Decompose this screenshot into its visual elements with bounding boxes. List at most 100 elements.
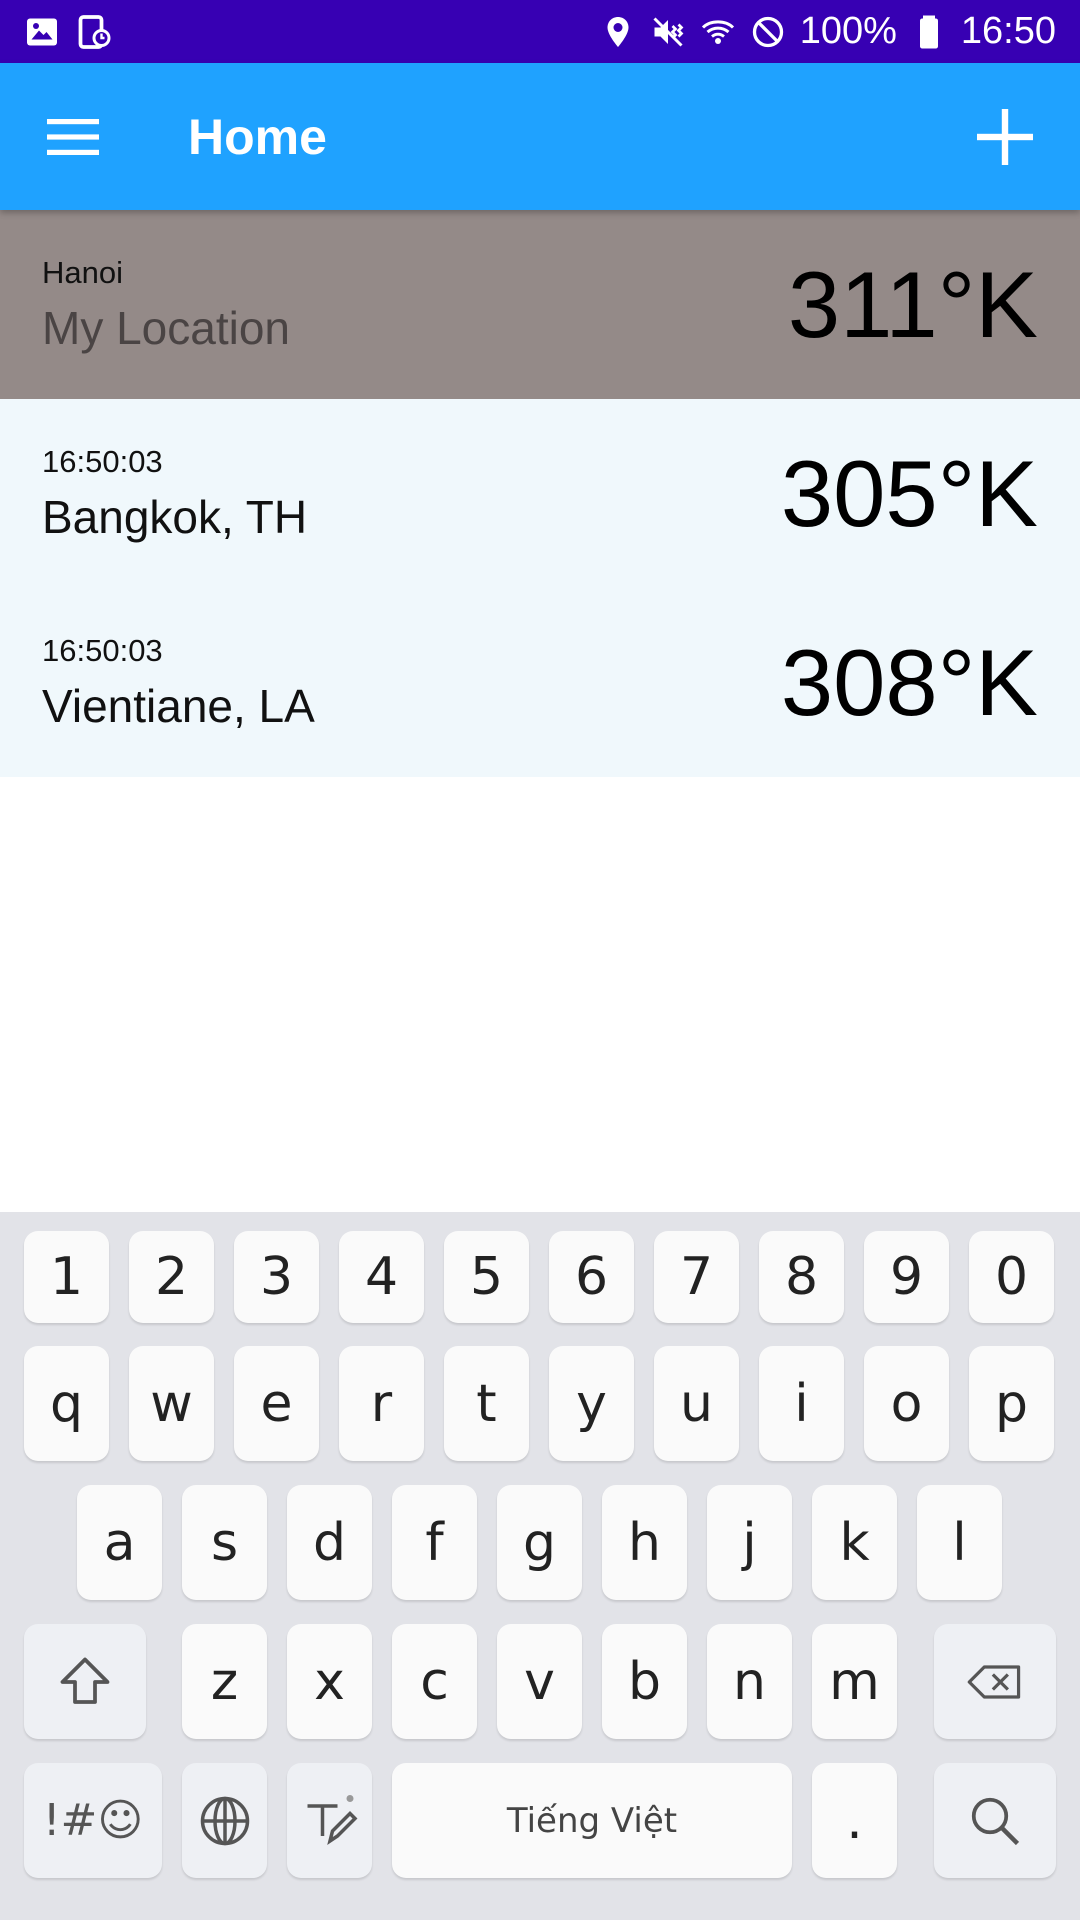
symbols-key[interactable]: !#☺ bbox=[24, 1763, 162, 1878]
location-name: Vientiane, LA bbox=[42, 679, 315, 732]
location-time: 16:50:03 bbox=[42, 632, 163, 668]
key-label: 7 bbox=[679, 1247, 714, 1307]
key-label: l bbox=[952, 1512, 967, 1573]
key-d[interactable]: d bbox=[287, 1485, 372, 1600]
key-2[interactable]: 2 bbox=[129, 1231, 214, 1323]
screenshot-icon bbox=[76, 14, 112, 50]
key-label: p bbox=[994, 1373, 1028, 1434]
status-left-icons bbox=[24, 14, 112, 50]
key-label: h bbox=[628, 1512, 661, 1573]
key-4[interactable]: 4 bbox=[339, 1231, 424, 1323]
shift-key[interactable] bbox=[24, 1624, 146, 1739]
key-3[interactable]: 3 bbox=[234, 1231, 319, 1323]
key-m[interactable]: m bbox=[812, 1624, 897, 1739]
location-city-label: Hanoi bbox=[42, 254, 123, 290]
key-i[interactable]: i bbox=[759, 1346, 844, 1461]
hamburger-menu-icon bbox=[47, 118, 99, 155]
key-a[interactable]: a bbox=[77, 1485, 162, 1600]
shift-arrow-icon bbox=[60, 1657, 110, 1704]
location-row-vientiane[interactable]: 16:50:03 Vientiane, LA 308°K bbox=[0, 588, 1080, 777]
key-c[interactable]: c bbox=[392, 1624, 477, 1739]
backspace-key[interactable] bbox=[934, 1624, 1056, 1739]
key-label: . bbox=[846, 1790, 863, 1851]
location-row-bangkok[interactable]: 16:50:03 Bangkok, TH 305°K bbox=[0, 399, 1080, 588]
key-label: f bbox=[425, 1512, 444, 1573]
key-w[interactable]: w bbox=[129, 1346, 214, 1461]
key-5[interactable]: 5 bbox=[444, 1231, 529, 1323]
location-row-text: 16:50:03 Vientiane, LA bbox=[42, 633, 315, 733]
key-label: 2 bbox=[154, 1247, 189, 1307]
language-key[interactable] bbox=[182, 1763, 267, 1878]
key-label: i bbox=[794, 1373, 809, 1434]
location-name: Bangkok, TH bbox=[42, 490, 308, 543]
battery-percent: 100% bbox=[799, 10, 897, 52]
key-label: 5 bbox=[469, 1247, 504, 1307]
space-bar[interactable]: Tiếng Việt bbox=[392, 1763, 792, 1878]
key-label: 3 bbox=[259, 1247, 294, 1307]
key-t[interactable]: t bbox=[444, 1346, 529, 1461]
key-z[interactable]: z bbox=[182, 1624, 267, 1739]
globe-icon bbox=[200, 1796, 249, 1845]
key-6[interactable]: 6 bbox=[549, 1231, 634, 1323]
location-temperature: 305°K bbox=[780, 440, 1038, 546]
vibrate-mute-icon bbox=[650, 14, 686, 50]
key-label: z bbox=[210, 1651, 239, 1712]
key-n[interactable]: n bbox=[707, 1624, 792, 1739]
key-p[interactable]: p bbox=[969, 1346, 1054, 1461]
space-bar-label: Tiếng Việt bbox=[506, 1800, 678, 1841]
key-e[interactable]: e bbox=[234, 1346, 319, 1461]
location-list: Hanoi My Location 311°K 16:50:03 Bangkok… bbox=[0, 210, 1080, 777]
page-title: Home bbox=[188, 108, 327, 165]
key-label: b bbox=[627, 1651, 661, 1712]
key-x[interactable]: x bbox=[287, 1624, 372, 1739]
gallery-icon bbox=[24, 14, 60, 50]
key-label: 6 bbox=[574, 1247, 609, 1307]
key-label: y bbox=[576, 1373, 607, 1434]
key-s[interactable]: s bbox=[182, 1485, 267, 1600]
search-icon bbox=[971, 1797, 1020, 1845]
location-row-text: Hanoi My Location bbox=[42, 255, 290, 355]
key-h[interactable]: h bbox=[602, 1485, 687, 1600]
backspace-icon bbox=[967, 1664, 1021, 1699]
key-8[interactable]: 8 bbox=[759, 1231, 844, 1323]
period-key[interactable]: . bbox=[812, 1763, 897, 1878]
location-temperature: 311°K bbox=[787, 251, 1038, 357]
key-k[interactable]: k bbox=[812, 1485, 897, 1600]
location-temperature: 308°K bbox=[780, 629, 1038, 735]
key-7[interactable]: 7 bbox=[654, 1231, 739, 1323]
key-0[interactable]: 0 bbox=[969, 1231, 1054, 1323]
key-j[interactable]: j bbox=[707, 1485, 792, 1600]
do-not-disturb-icon bbox=[750, 14, 786, 50]
key-label: t bbox=[476, 1373, 497, 1434]
key-label: !#☺ bbox=[42, 1795, 144, 1846]
key-b[interactable]: b bbox=[602, 1624, 687, 1739]
key-f[interactable]: f bbox=[392, 1485, 477, 1600]
key-y[interactable]: y bbox=[549, 1346, 634, 1461]
status-right-icons: 100% 16:50 bbox=[600, 10, 1056, 53]
key-u[interactable]: u bbox=[654, 1346, 739, 1461]
key-r[interactable]: r bbox=[339, 1346, 424, 1461]
key-label: k bbox=[839, 1512, 870, 1573]
on-screen-keyboard: 1 2 3 4 5 6 7 8 9 0 q w e r t y u i o p … bbox=[0, 1212, 1080, 1920]
key-label: d bbox=[312, 1512, 346, 1573]
search-key[interactable] bbox=[934, 1763, 1056, 1878]
key-g[interactable]: g bbox=[497, 1485, 582, 1600]
key-v[interactable]: v bbox=[497, 1624, 582, 1739]
key-label: c bbox=[420, 1651, 449, 1712]
key-9[interactable]: 9 bbox=[864, 1231, 949, 1323]
app-bar: Home bbox=[0, 63, 1080, 210]
location-icon bbox=[600, 14, 636, 50]
menu-button[interactable] bbox=[0, 63, 146, 210]
key-q[interactable]: q bbox=[24, 1346, 109, 1461]
handwriting-key[interactable] bbox=[287, 1763, 372, 1878]
key-1[interactable]: 1 bbox=[24, 1231, 109, 1323]
key-label: r bbox=[370, 1373, 393, 1434]
key-label: x bbox=[314, 1651, 345, 1712]
key-label: n bbox=[733, 1651, 766, 1712]
add-location-button[interactable] bbox=[930, 63, 1080, 210]
key-l[interactable]: l bbox=[917, 1485, 1002, 1600]
key-label: 0 bbox=[994, 1247, 1029, 1307]
location-row-current[interactable]: Hanoi My Location 311°K bbox=[0, 210, 1080, 399]
key-o[interactable]: o bbox=[864, 1346, 949, 1461]
key-label: q bbox=[49, 1373, 83, 1434]
